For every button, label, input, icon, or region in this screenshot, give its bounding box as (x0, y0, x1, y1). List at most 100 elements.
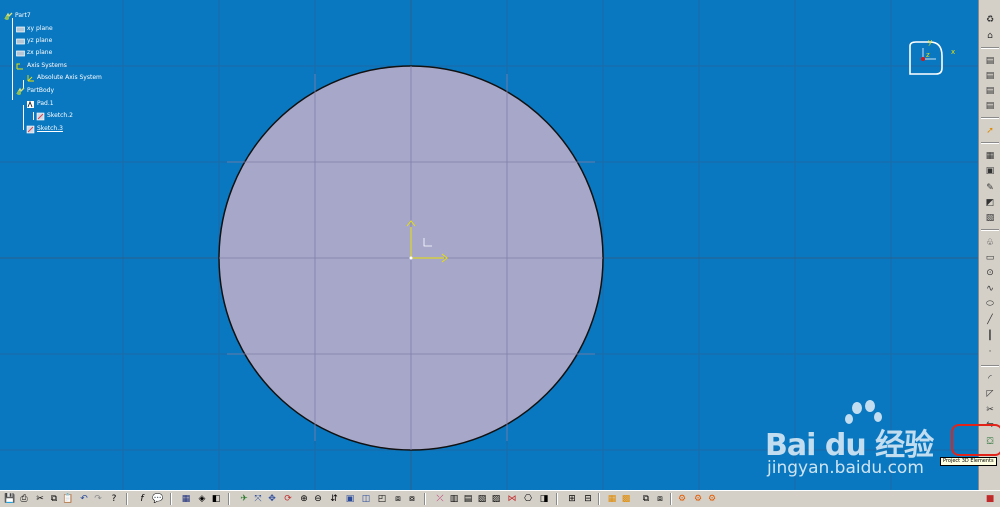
point-icon[interactable]: · (983, 346, 997, 359)
partbody-icon (16, 87, 25, 96)
corner-icon[interactable]: ◜ (983, 373, 997, 386)
tree-item-axis-systems[interactable]: Axis Systems (16, 60, 67, 72)
circle-icon[interactable]: ⊙ (983, 267, 997, 280)
normal-view-icon[interactable]: ⇵ (328, 493, 340, 505)
sketch-icon[interactable]: ⌂ (983, 30, 997, 43)
trim-icon[interactable]: ✂ (983, 404, 997, 417)
pan-icon[interactable]: ✥ (266, 493, 278, 505)
tooltip: Project 3D Elements (940, 457, 997, 466)
bookmark-icon[interactable]: ◨ (538, 493, 550, 505)
dimension-icon[interactable]: ▥ (448, 493, 460, 505)
construction-icon[interactable]: ✎ (983, 182, 997, 195)
visualization-icon[interactable]: ◧ (210, 493, 222, 505)
sketch-icon (36, 112, 45, 121)
auto-constraint-icon[interactable]: ▤ (462, 493, 474, 505)
copy-sheet-icon[interactable]: ▤ (983, 70, 997, 83)
animate-icon[interactable]: ▧ (476, 493, 488, 505)
construction-toggle-icon[interactable]: ▦ (606, 493, 618, 505)
tools-icon[interactable]: ⧉ (640, 493, 652, 505)
sketch-icon (26, 125, 35, 134)
tree-item-absolute-axis-system[interactable]: Absolute Axis System (26, 72, 102, 84)
copy-sheet-icon[interactable]: ▤ (983, 85, 997, 98)
tree-item-label: Axis Systems (27, 62, 67, 69)
chamfer-icon[interactable]: ◸ (983, 388, 997, 401)
fit-all-icon[interactable]: ⤧ (252, 493, 264, 505)
plane-icon (16, 25, 25, 34)
comment-icon[interactable]: 💬 (152, 493, 164, 505)
tree-item-sketch3[interactable]: Sketch.3 (26, 123, 63, 135)
copy-sheet-icon[interactable]: ▤ (983, 55, 997, 68)
tree-item-yz-plane[interactable]: yz plane (16, 35, 52, 47)
tree-item-zx-plane[interactable]: zx plane (16, 47, 52, 59)
catalog-browser-icon[interactable]: ▩ (620, 493, 632, 505)
cut-icon[interactable]: ✂ (34, 493, 46, 505)
catalog-icon[interactable]: ▦ (180, 493, 192, 505)
line-icon[interactable]: ╱ (983, 314, 997, 327)
compass-y-label: y (928, 38, 933, 46)
zoom-out-icon[interactable]: ⊖ (312, 493, 324, 505)
tree-item-label: PartBody (27, 87, 54, 94)
help-icon[interactable]: ⚙ (692, 493, 704, 505)
axis-system-icon (26, 74, 35, 83)
highlight-annotation (951, 424, 1000, 456)
cube-icon[interactable]: ◈ (196, 493, 208, 505)
rotate-icon[interactable]: ⟳ (282, 493, 294, 505)
compass-z-label: z (926, 51, 930, 59)
hide-show-icon[interactable]: ◰ (376, 493, 388, 505)
tree-item-label: Part7 (15, 12, 31, 19)
redo-icon[interactable]: ↷ (92, 493, 104, 505)
tree-item-partbody[interactable]: PartBody (16, 85, 54, 97)
tree-item-sketch2[interactable]: Sketch.2 (36, 110, 73, 122)
axis-icon[interactable]: ┃ (983, 330, 997, 343)
profile-icon[interactable]: ♧ (983, 237, 997, 250)
geometric-constraint-icon[interactable]: ◩ (983, 197, 997, 210)
tree-item-label: xy plane (27, 25, 53, 32)
copy-icon[interactable]: ⧉ (48, 493, 60, 505)
save-icon[interactable]: 💾 (4, 493, 16, 505)
shading-icon[interactable]: ◫ (360, 493, 372, 505)
tree-item-label: Sketch.2 (47, 112, 73, 119)
compass-x-label: x (951, 48, 956, 56)
measure-icon[interactable]: ⎔ (522, 493, 534, 505)
constraint-icon[interactable]: ⤫ (434, 493, 446, 505)
ellipse-icon[interactable]: ⬭ (983, 298, 997, 311)
snap-toggle-icon[interactable]: ⊟ (582, 493, 594, 505)
swap-icon[interactable]: ⧈ (392, 493, 404, 505)
cut-part-icon[interactable]: ⋈ (506, 493, 518, 505)
help-icon[interactable]: ⚙ (706, 493, 718, 505)
copy-sheet-icon[interactable]: ▤ (983, 100, 997, 113)
print-icon[interactable]: ⎙ (18, 493, 30, 505)
rectangle-icon[interactable]: ▭ (983, 252, 997, 265)
part-icon (4, 12, 13, 21)
edit-icon[interactable]: ▨ (490, 493, 502, 505)
tree-item-pad1[interactable]: Pad.1 (26, 98, 54, 110)
grid-toggle-icon[interactable]: ⊞ (566, 493, 578, 505)
spline-icon[interactable]: ∿ (983, 283, 997, 296)
paste-icon[interactable]: 📋 (62, 493, 74, 505)
3d-viewport[interactable]: Part7 xy plane yz plane zx plane Axis Sy… (0, 0, 978, 490)
grid-icon[interactable]: ▦ (983, 150, 997, 163)
help-icon[interactable]: ⚙ (676, 493, 688, 505)
sketch-analysis-icon[interactable]: ⧇ (406, 493, 418, 505)
dimension-constraint-icon[interactable]: ▧ (983, 212, 997, 225)
iso-view-icon[interactable]: ▣ (344, 493, 356, 505)
zoom-in-icon[interactable]: ⊕ (298, 493, 310, 505)
fly-mode-icon[interactable]: ✈ (238, 493, 250, 505)
formula-icon[interactable]: f (136, 493, 148, 505)
tree-item-label: yz plane (27, 37, 53, 44)
tree-item-part7[interactable]: Part7 (4, 10, 31, 22)
standard-toolbar: 💾 ⎙ ✂ ⧉ 📋 ↶ ↷ ? f 💬 ▦ ◈ ◧ ✈ ⤧ ✥ ⟳ ⊕ ⊖ ⇵ … (0, 490, 1000, 507)
folder-icon (16, 62, 25, 71)
plane-icon (16, 37, 25, 46)
tree-item-label: Sketch.3 (37, 125, 63, 132)
status-icon: ■ (985, 494, 995, 504)
tree-item-xy-plane[interactable]: xy plane (16, 23, 53, 35)
undo-icon[interactable]: ↶ (78, 493, 90, 505)
compass[interactable]: y z x (906, 38, 964, 80)
specification-tree: Part7 xy plane yz plane zx plane Axis Sy… (4, 8, 164, 138)
snap-icon[interactable]: ▣ (983, 165, 997, 178)
select-icon[interactable]: ➚ (983, 125, 997, 138)
whats-this-icon[interactable]: ? (108, 493, 120, 505)
exit-workbench-icon[interactable]: ♻ (983, 14, 997, 27)
tools-icon[interactable]: ⧈ (654, 493, 666, 505)
